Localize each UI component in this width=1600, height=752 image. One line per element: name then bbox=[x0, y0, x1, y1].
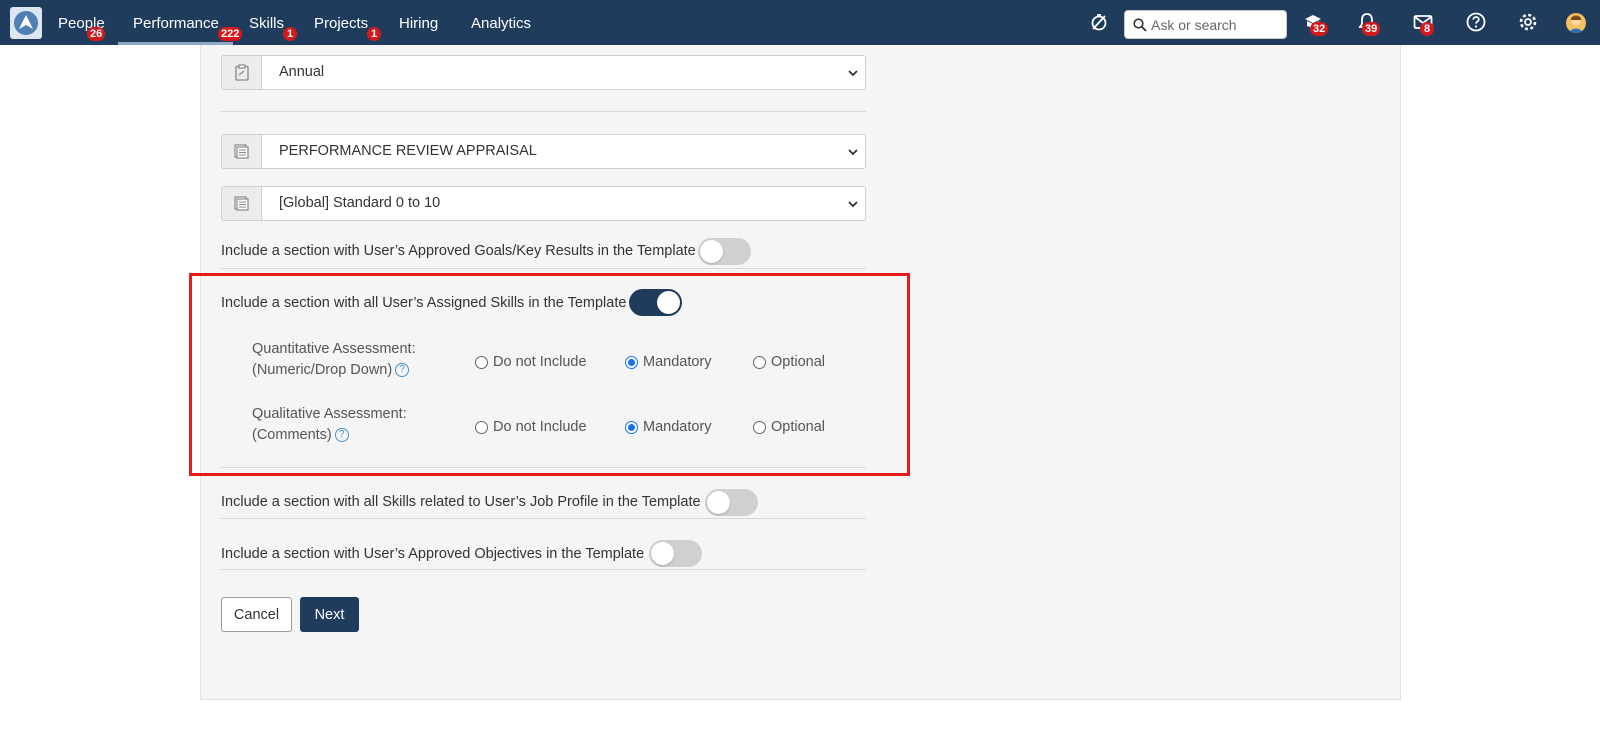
nav-performance-label: Performance bbox=[133, 15, 219, 32]
nav-projects-badge: 1 bbox=[367, 27, 381, 41]
cancel-button[interactable]: Cancel bbox=[221, 597, 292, 632]
radio-circle bbox=[753, 355, 766, 369]
template-value: PERFORMANCE REVIEW APPRAISAL bbox=[279, 143, 537, 159]
document-icon bbox=[222, 135, 262, 168]
search-icon bbox=[1133, 18, 1147, 32]
qualitative-mandatory-radio[interactable]: Mandatory bbox=[625, 419, 712, 435]
divider bbox=[221, 111, 866, 112]
rating-scale-select[interactable]: [Global] Standard 0 to 10 bbox=[221, 186, 866, 221]
nav-hiring[interactable]: Hiring bbox=[399, 0, 438, 45]
divider bbox=[221, 268, 866, 269]
learning-badge: 32 bbox=[1310, 22, 1329, 36]
rating-scale-value: [Global] Standard 0 to 10 bbox=[279, 195, 441, 211]
quantitative-line2: (Numeric/Drop Down) bbox=[252, 362, 393, 378]
radio-circle bbox=[625, 420, 638, 434]
radio-label: Optional bbox=[771, 419, 826, 435]
notifications-badge: 39 bbox=[1362, 22, 1381, 36]
qualitative-line1: Qualitative Assessment: bbox=[252, 406, 407, 422]
nav-hiring-label: Hiring bbox=[399, 15, 439, 32]
nav-performance-badge: 222 bbox=[218, 27, 243, 41]
clipboard-icon bbox=[222, 56, 262, 89]
divider bbox=[221, 467, 866, 468]
nav-people-badge: 26 bbox=[87, 27, 106, 41]
qualitative-line2: (Comments) bbox=[252, 427, 332, 443]
assigned-skills-toggle[interactable] bbox=[629, 289, 682, 316]
no-timer-icon[interactable] bbox=[1087, 10, 1111, 34]
radio-label: Do not Include bbox=[493, 419, 587, 435]
top-navbar: People 26 Performance 222 Skills 1 Proje… bbox=[0, 0, 1600, 45]
radio-circle bbox=[753, 420, 766, 434]
quantitative-do-not-include-radio[interactable]: Do not Include bbox=[475, 354, 587, 370]
radio-label: Mandatory bbox=[643, 419, 712, 435]
toggle-knob bbox=[707, 491, 730, 514]
toggle-knob bbox=[700, 240, 723, 263]
chevron-down-icon bbox=[848, 70, 858, 77]
quantitative-line1: Quantitative Assessment: bbox=[252, 341, 416, 357]
radio-circle bbox=[625, 355, 638, 369]
job-profile-skills-toggle[interactable] bbox=[705, 489, 758, 516]
nav-projects[interactable]: Projects bbox=[314, 0, 368, 45]
gear-icon[interactable] bbox=[1516, 10, 1540, 34]
job-profile-skills-option-label: Include a section with all Skills relate… bbox=[221, 494, 701, 510]
toggle-knob bbox=[657, 291, 680, 314]
goals-toggle[interactable] bbox=[698, 238, 751, 265]
divider bbox=[221, 518, 866, 519]
next-button[interactable]: Next bbox=[300, 597, 359, 632]
logo-icon bbox=[14, 11, 38, 35]
quantitative-optional-radio[interactable]: Optional bbox=[753, 354, 825, 370]
help-icon[interactable]: ? bbox=[334, 428, 349, 443]
search-input[interactable] bbox=[1151, 15, 1281, 35]
qualitative-assessment-label: Qualitative Assessment: (Comments)? bbox=[252, 404, 407, 446]
frequency-value: Annual bbox=[279, 64, 325, 80]
search-box[interactable] bbox=[1124, 10, 1287, 39]
nav-analytics-label: Analytics bbox=[471, 15, 532, 32]
help-icon[interactable] bbox=[1464, 10, 1488, 34]
nav-projects-label: Projects bbox=[314, 15, 369, 32]
objectives-option-label: Include a section with User’s Approved O… bbox=[221, 546, 645, 562]
qualitative-optional-radio[interactable]: Optional bbox=[753, 419, 825, 435]
messages-badge: 8 bbox=[1420, 22, 1434, 36]
user-avatar[interactable] bbox=[1566, 13, 1586, 33]
frequency-select[interactable]: Annual bbox=[221, 55, 866, 90]
goals-option-label: Include a section with User’s Approved G… bbox=[221, 243, 696, 259]
toggle-knob bbox=[651, 542, 674, 565]
nav-skills-label: Skills bbox=[249, 15, 285, 32]
document-icon bbox=[222, 187, 262, 220]
app-logo[interactable] bbox=[10, 7, 42, 39]
objectives-toggle[interactable] bbox=[649, 540, 702, 567]
chevron-down-icon bbox=[848, 201, 858, 208]
nav-skills-badge: 1 bbox=[283, 27, 297, 41]
assigned-skills-option-label: Include a section with all User’s Assign… bbox=[221, 295, 627, 311]
quantitative-mandatory-radio[interactable]: Mandatory bbox=[625, 354, 712, 370]
radio-circle bbox=[475, 420, 488, 434]
help-icon[interactable]: ? bbox=[395, 363, 410, 378]
nav-skills[interactable]: Skills bbox=[249, 0, 284, 45]
radio-label: Do not Include bbox=[493, 354, 587, 370]
nav-performance[interactable]: Performance bbox=[118, 0, 233, 45]
radio-circle bbox=[475, 355, 488, 369]
nav-analytics[interactable]: Analytics bbox=[471, 0, 531, 45]
chevron-down-icon bbox=[848, 149, 858, 156]
template-select[interactable]: PERFORMANCE REVIEW APPRAISAL bbox=[221, 134, 866, 169]
quantitative-assessment-label: Quantitative Assessment: (Numeric/Drop D… bbox=[252, 339, 416, 381]
radio-label: Mandatory bbox=[643, 354, 712, 370]
divider bbox=[221, 569, 866, 570]
qualitative-do-not-include-radio[interactable]: Do not Include bbox=[475, 419, 587, 435]
radio-label: Optional bbox=[771, 354, 826, 370]
